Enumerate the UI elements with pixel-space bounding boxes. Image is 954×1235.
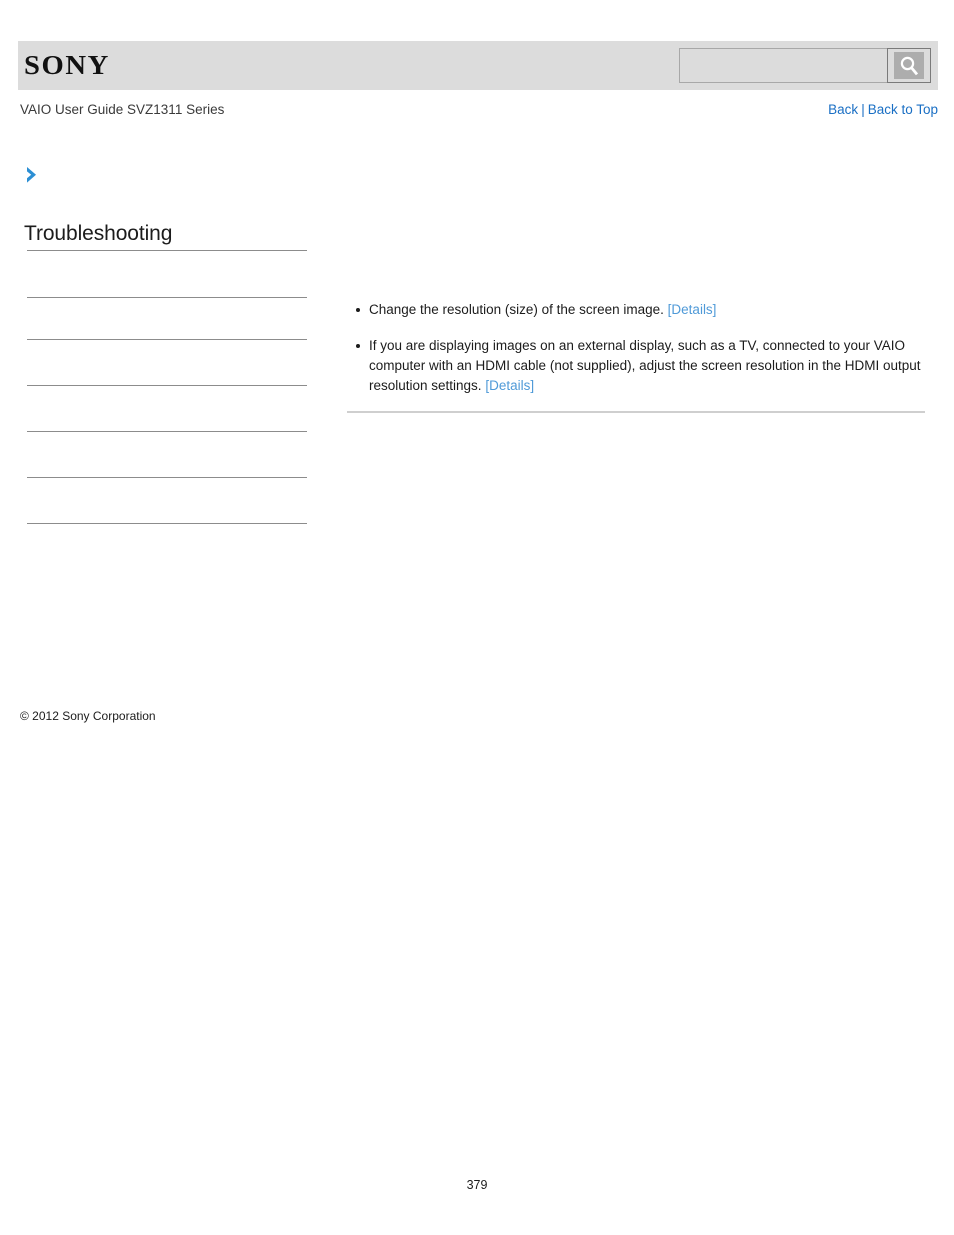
sidebar-divider — [27, 523, 307, 524]
page-title: VAIO User Guide SVZ1311 Series — [20, 102, 225, 117]
sidebar-divider — [27, 297, 307, 298]
sidebar-heading: Troubleshooting — [24, 222, 173, 245]
sidebar-divider — [27, 385, 307, 386]
copyright-text: © 2012 Sony Corporation — [20, 709, 156, 723]
list-item: If you are displaying images on an exter… — [347, 336, 927, 396]
list-item-text: If you are displaying images on an exter… — [369, 338, 921, 393]
page-number: 379 — [466, 1178, 488, 1192]
content-divider — [347, 411, 925, 413]
search-box — [679, 48, 931, 83]
search-input[interactable] — [679, 48, 887, 83]
nav-separator: | — [861, 102, 865, 117]
back-link[interactable]: Back — [828, 102, 858, 117]
chevron-right-icon[interactable] — [24, 164, 44, 186]
sony-logo: SONY — [24, 50, 110, 80]
sidebar-divider — [27, 339, 307, 340]
sidebar-divider — [27, 431, 307, 432]
sidebar-divider — [27, 250, 307, 251]
bullet-list: Change the resolution (size) of the scre… — [347, 300, 927, 396]
search-button[interactable] — [887, 48, 931, 83]
list-item: Change the resolution (size) of the scre… — [347, 300, 927, 320]
search-icon — [894, 52, 924, 79]
sidebar-divider — [27, 477, 307, 478]
top-navigation: Back | Back to Top — [828, 102, 938, 117]
main-content: Change the resolution (size) of the scre… — [347, 300, 927, 396]
back-to-top-link[interactable]: Back to Top — [868, 102, 938, 117]
details-link[interactable]: [Details] — [485, 378, 534, 393]
list-item-text: Change the resolution (size) of the scre… — [369, 302, 668, 317]
details-link[interactable]: [Details] — [668, 302, 717, 317]
